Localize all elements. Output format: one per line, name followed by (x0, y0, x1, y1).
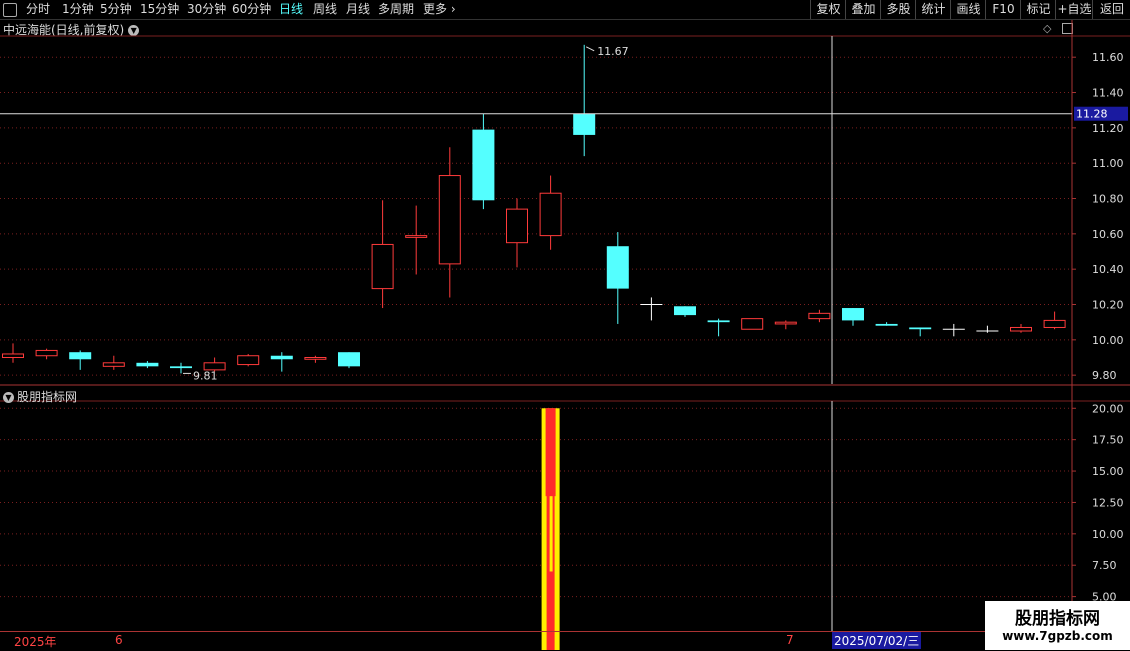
candle-body (842, 308, 864, 321)
candle-body (774, 321, 797, 325)
price-tick-label: 10.80 (1092, 193, 1124, 206)
candle-body (170, 366, 192, 369)
watermark-url: www.7gpzb.com (1002, 629, 1113, 643)
indicator-name: 股朋指标网 (17, 390, 78, 404)
candle-body (573, 113, 596, 135)
candle-body (606, 246, 629, 289)
candle-body (875, 323, 898, 326)
candle-body (1043, 319, 1066, 328)
indicator-tick-label: 12.50 (1092, 496, 1124, 509)
candle-body (808, 312, 831, 320)
cursor-price-label: 11.28 (1076, 108, 1108, 121)
candle-body (438, 175, 461, 265)
price-tick-label: 9.80 (1092, 369, 1117, 382)
candle-body (69, 352, 92, 360)
price-tick-label: 11.00 (1092, 157, 1124, 170)
candle-body (136, 362, 159, 367)
candle-body (35, 349, 58, 357)
indicator-bar-top (545, 408, 556, 497)
candle-body (506, 208, 528, 244)
candle-body (270, 355, 293, 360)
cursor-date: 2025/07/02/三 (832, 632, 922, 649)
candle-body (909, 327, 932, 330)
candle-body (1010, 326, 1032, 332)
max-marker-line (585, 46, 595, 52)
candle-body (472, 129, 495, 201)
candle-body (102, 362, 125, 367)
watermark-title: 股朋指标网 (1015, 609, 1100, 629)
indicator-tick-label: 7.50 (1092, 559, 1117, 572)
price-tick-label: 11.40 (1092, 87, 1124, 100)
price-tick-label: 10.00 (1092, 334, 1124, 347)
indicator-title: ▼ 股朋指标网 (3, 388, 77, 405)
indicator-tick-label: 10.00 (1092, 528, 1124, 541)
month-label-7: 7 (786, 633, 794, 647)
max-price-label: 11.67 (597, 45, 629, 58)
candle-body (2, 353, 24, 359)
candle-body (371, 243, 394, 290)
price-tick-label: 10.20 (1092, 299, 1124, 312)
chart-svg: 11.60 11.40 11.20 11.00 10.80 10.60 10.40 10.20… (0, 20, 1130, 650)
indicator-bar-lowline (549, 496, 553, 572)
price-tick-label: 11.60 (1092, 51, 1124, 64)
date-axis: 2025年 6 7 2025/07/02/三 (0, 631, 1130, 651)
candle-body (237, 355, 260, 366)
indicator-tick-label: 20.00 (1092, 402, 1124, 415)
candle-body (741, 318, 764, 330)
watermark: 股朋指标网 www.7gpzb.com (985, 601, 1130, 650)
candle-body (707, 320, 730, 323)
candle-body (304, 357, 327, 360)
candle-body (674, 306, 696, 316)
candle-body (338, 352, 360, 367)
candle-body (405, 235, 428, 238)
indicator-tick-label: 15.00 (1092, 465, 1124, 478)
month-label-6: 6 (115, 633, 123, 647)
price-tick-label: 10.60 (1092, 228, 1124, 241)
price-tick-label: 10.40 (1092, 263, 1124, 276)
min-price-label: 9.81 (193, 369, 218, 382)
price-tick-label: 11.20 (1092, 122, 1124, 135)
indicator-tick-label: 17.50 (1092, 434, 1124, 447)
chevron-down-icon[interactable]: ▼ (3, 392, 14, 403)
candle-body (539, 192, 562, 237)
year-label: 2025年 (14, 635, 57, 649)
